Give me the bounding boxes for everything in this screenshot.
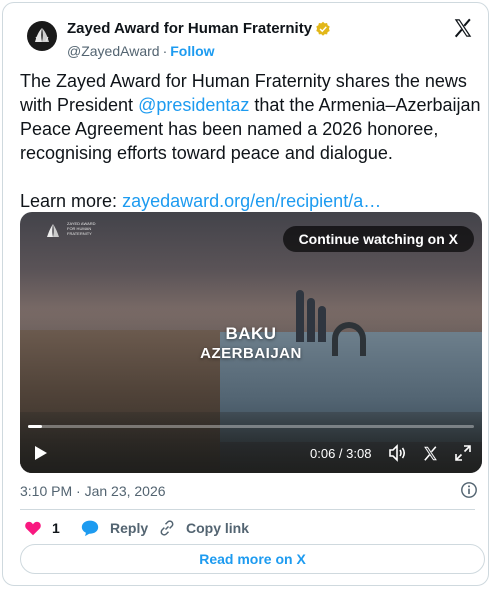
x-small-icon [423,445,437,461]
reply-icon [81,520,99,537]
open-in-x-button[interactable] [420,440,440,466]
award-logo-icon [47,224,59,237]
like-button[interactable]: 1 [24,517,60,539]
info-icon[interactable] [460,481,478,499]
display-name[interactable]: Zayed Award for Human Fraternity [67,20,312,37]
video-progress-bar[interactable] [28,425,474,428]
like-count: 1 [52,520,60,536]
reply-label: Reply [110,520,149,536]
expand-icon [455,445,471,461]
separator: · [162,43,168,59]
video-progress-fill [28,425,43,428]
video-player[interactable]: ZAYED AWARD FOR HUMAN FRATERNITY Continu… [20,212,482,473]
tweet-body: The Zayed Award for Human Fraternity sha… [20,69,490,165]
avatar[interactable] [27,21,57,51]
follow-button[interactable]: Follow [170,43,214,59]
link-icon [160,520,174,536]
tweet-card: Zayed Award for Human Fraternity @ZayedA… [2,2,489,586]
learn-more-line: Learn more: zayedaward.org/en/recipient/… [20,189,490,213]
copy-link-label: Copy link [186,520,250,536]
learn-more-label: Learn more: [20,191,123,211]
read-more-button[interactable]: Read more on X [20,544,485,574]
fullscreen-button[interactable] [453,440,473,466]
name-row: Zayed Award for Human Fraternity [67,20,331,37]
play-icon [35,446,47,460]
video-city-title: BAKU [225,324,277,343]
video-controls: 0:06 / 3:08 [20,440,482,466]
timestamp[interactable]: 3:10 PM · Jan 23, 2026 [20,483,475,499]
divider [20,509,475,510]
video-logo-text: ZAYED AWARD FOR HUMAN FRATERNITY [67,221,96,236]
video-country-title: AZERBAIJAN [200,345,302,362]
verified-badge-icon [316,21,330,36]
volume-button[interactable] [388,440,408,466]
play-button[interactable] [32,440,50,466]
learn-more-link[interactable]: zayedaward.org/en/recipient/a… [122,191,381,211]
x-logo-icon[interactable] [452,17,474,39]
action-bar: 1 Reply Copy link [20,517,480,539]
dove-logo-icon [35,28,49,42]
video-time: 0:06 / 3:08 [310,446,372,461]
handle[interactable]: @ZayedAward [67,43,160,59]
mention-link[interactable]: @presidentaz [138,95,249,115]
heart-icon [25,521,41,536]
continue-watching-button[interactable]: Continue watching on X [282,226,474,252]
copy-link-button[interactable]: Copy link [158,517,249,539]
reply-button[interactable]: Reply [80,517,148,539]
handle-row: @ZayedAward · Follow [67,43,215,59]
volume-icon [389,444,406,462]
